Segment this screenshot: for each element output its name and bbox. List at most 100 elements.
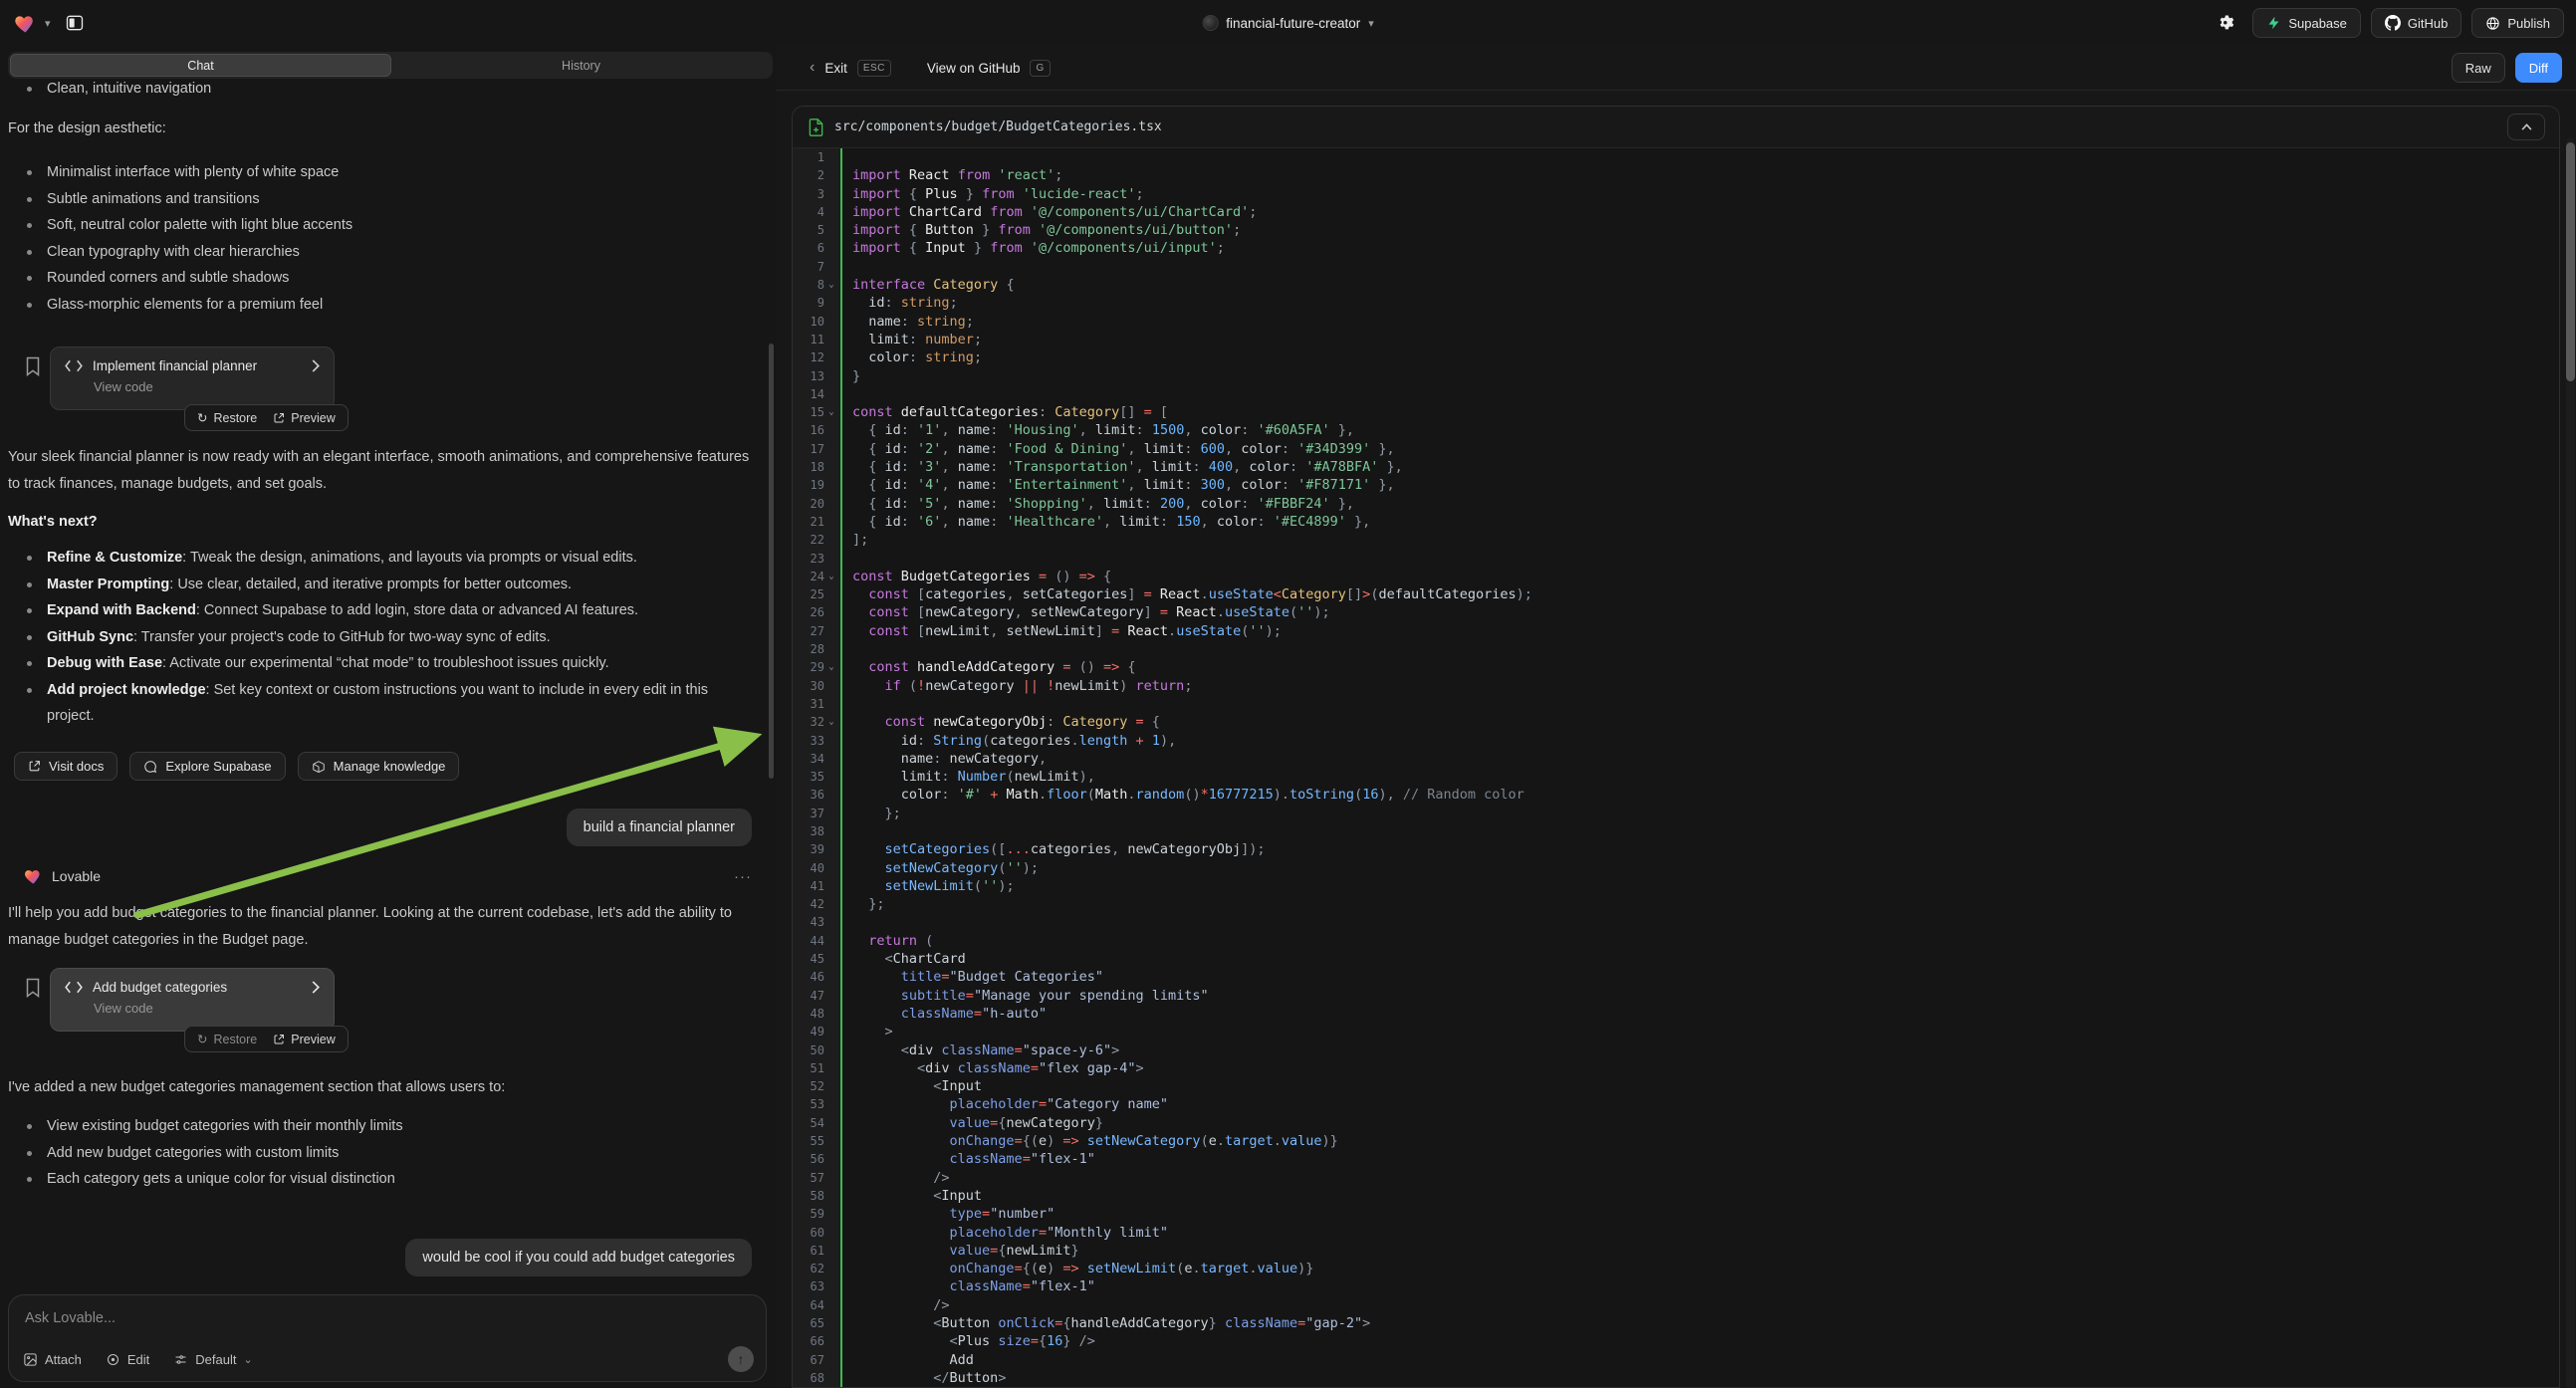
code-line: 9 id: string; xyxy=(793,294,2559,312)
view-on-github-button[interactable]: View on GitHub xyxy=(927,61,1021,76)
code-line: 1 xyxy=(793,148,2559,166)
tab-chat[interactable]: Chat xyxy=(10,54,391,77)
code-line: 11 limit: number; xyxy=(793,331,2559,348)
mode-chevron-down-icon: ⌄ xyxy=(243,1353,252,1366)
code-line: 39 setCategories([...categories, newCate… xyxy=(793,840,2559,858)
code-line: 32⌄ const newCategoryObj: Category = { xyxy=(793,713,2559,731)
next-steps-list: Refine & Customize: Tweak the design, an… xyxy=(8,545,757,730)
code-line: 8⌄interface Category { xyxy=(793,276,2559,294)
code-line: 58 <Input xyxy=(793,1187,2559,1205)
explore-supabase-button[interactable]: Explore Supabase xyxy=(129,752,285,781)
list-item: Soft, neutral color palette with light b… xyxy=(8,212,757,239)
code-editor[interactable]: 12import React from 'react';3import { Pl… xyxy=(793,148,2559,1387)
file-header[interactable]: src/components/budget/BudgetCategories.t… xyxy=(793,107,2559,148)
external-link-icon xyxy=(273,1034,285,1045)
code-line: 52 <Input xyxy=(793,1077,2559,1095)
code-line: 4import ChartCard from '@/components/ui/… xyxy=(793,203,2559,221)
attach-button[interactable]: Attach xyxy=(23,1352,82,1367)
tab-history[interactable]: History xyxy=(391,54,771,77)
supabase-button[interactable]: Supabase xyxy=(2252,8,2361,38)
code-line: 23 xyxy=(793,550,2559,568)
restore-icon: ↻ xyxy=(197,1032,207,1046)
code-line: 41 setNewLimit(''); xyxy=(793,877,2559,895)
publish-button[interactable]: Publish xyxy=(2471,8,2564,38)
intro-bullet-list: Clean, intuitive navigation xyxy=(8,76,757,103)
design-aesthetic-heading: For the design aesthetic: xyxy=(8,116,757,142)
view-code-link[interactable]: View code xyxy=(94,379,320,394)
project-switcher[interactable]: financial-future-creator ▾ xyxy=(1202,0,1374,46)
edit-button[interactable]: Edit xyxy=(106,1352,149,1367)
restore-button[interactable]: ↻ Restore xyxy=(197,1032,257,1046)
code-line: 40 setNewCategory(''); xyxy=(793,859,2559,877)
version-card-add-budget-categories[interactable]: Add budget categories View code xyxy=(50,968,335,1032)
bookmark-icon[interactable] xyxy=(25,978,41,998)
lovable-logo-icon[interactable] xyxy=(14,13,37,34)
list-item: Glass-morphic elements for a premium fee… xyxy=(8,292,757,319)
code-line: 3import { Plus } from 'lucide-react'; xyxy=(793,185,2559,203)
whats-next-heading: What's next? xyxy=(8,514,757,530)
mode-selector[interactable]: Default ⌄ xyxy=(173,1352,252,1367)
list-item: Clean typography with clear hierarchies xyxy=(8,239,757,266)
restore-icon: ↻ xyxy=(197,410,207,425)
preview-button[interactable]: Preview xyxy=(273,1033,335,1046)
github-button[interactable]: GitHub xyxy=(2371,8,2461,38)
chat-scrollbar[interactable] xyxy=(769,344,774,779)
user-message-bubble: build a financial planner xyxy=(567,809,752,846)
user-message-bubble: would be cool if you could add budget ca… xyxy=(405,1239,752,1276)
code-line: 22]; xyxy=(793,531,2559,549)
code-line: 48 className="h-auto" xyxy=(793,1005,2559,1023)
code-line: 5import { Button } from '@/components/ui… xyxy=(793,221,2559,239)
chat-history-tabs: Chat History xyxy=(8,52,773,79)
collapse-file-button[interactable] xyxy=(2507,114,2545,140)
prompt-input-box: Attach Edit Default ⌄ ↑ xyxy=(8,1294,767,1382)
code-line: 42 }; xyxy=(793,895,2559,913)
manage-knowledge-button[interactable]: Manage knowledge xyxy=(298,752,460,781)
diff-toggle-button[interactable]: Diff xyxy=(2515,53,2562,83)
settings-gear-icon[interactable] xyxy=(2211,8,2242,38)
prompt-input[interactable] xyxy=(25,1310,750,1326)
code-line: 33 id: String(categories.length + 1), xyxy=(793,732,2559,750)
esc-key-badge: esc xyxy=(857,60,891,77)
lovable-app-window: ▾ financial-future-creator ▾ xyxy=(0,0,2576,1388)
code-line: 12 color: string; xyxy=(793,348,2559,366)
external-link-icon xyxy=(273,412,285,424)
visit-docs-button[interactable]: Visit docs xyxy=(14,752,117,781)
version-card-implement-financial-planner[interactable]: Implement financial planner View code xyxy=(50,347,335,410)
list-item: Minimalist interface with plenty of whit… xyxy=(8,159,757,186)
send-button[interactable]: ↑ xyxy=(728,1346,754,1372)
ready-paragraph: Your sleek financial planner is now read… xyxy=(8,444,757,498)
message-menu-icon[interactable]: ··· xyxy=(734,868,752,885)
restore-button[interactable]: ↻ Restore xyxy=(197,410,257,425)
list-item: Refine & Customize: Tweak the design, an… xyxy=(8,545,757,572)
code-line: 29⌄ const handleAddCategory = () => { xyxy=(793,658,2559,676)
code-line: 44 return ( xyxy=(793,932,2559,950)
exit-button[interactable]: Exit xyxy=(824,61,847,76)
code-scrollbar-thumb[interactable] xyxy=(2566,142,2575,381)
raw-toggle-button[interactable]: Raw xyxy=(2452,53,2505,83)
restore-preview-bar: ↻ Restore Preview xyxy=(184,1026,349,1052)
toggle-sidebar-icon[interactable] xyxy=(59,8,91,38)
code-line: 43 xyxy=(793,913,2559,931)
code-line: 57 /> xyxy=(793,1169,2559,1187)
code-line: 67 Add xyxy=(793,1351,2559,1369)
bookmark-icon[interactable] xyxy=(25,356,41,376)
code-line: 25 const [categories, setCategories] = R… xyxy=(793,585,2559,603)
assistant-name: Lovable xyxy=(52,868,725,884)
code-line: 15⌄const defaultCategories: Category[] =… xyxy=(793,403,2559,421)
code-line: 54 value={newCategory} xyxy=(793,1114,2559,1132)
view-code-link[interactable]: View code xyxy=(94,1001,320,1016)
code-line: 51 <div className="flex gap-4"> xyxy=(793,1059,2559,1077)
chevron-right-icon xyxy=(312,359,320,372)
restore-preview-bar: ↻ Restore Preview xyxy=(184,404,349,431)
code-line: 49 > xyxy=(793,1023,2559,1041)
code-line: 27 const [newLimit, setNewLimit] = React… xyxy=(793,622,2559,640)
code-line: 30 if (!newCategory || !newLimit) return… xyxy=(793,677,2559,695)
code-icon xyxy=(65,981,83,994)
sliders-icon xyxy=(173,1352,188,1367)
code-line: 55 onChange={(e) => setNewCategory(e.tar… xyxy=(793,1132,2559,1150)
attach-image-icon xyxy=(23,1352,38,1367)
project-chevron-down-icon: ▾ xyxy=(1368,17,1374,30)
version-card-title: Implement financial planner xyxy=(93,358,302,373)
preview-button[interactable]: Preview xyxy=(273,411,335,425)
logo-chevron-down-icon[interactable]: ▾ xyxy=(45,17,51,30)
